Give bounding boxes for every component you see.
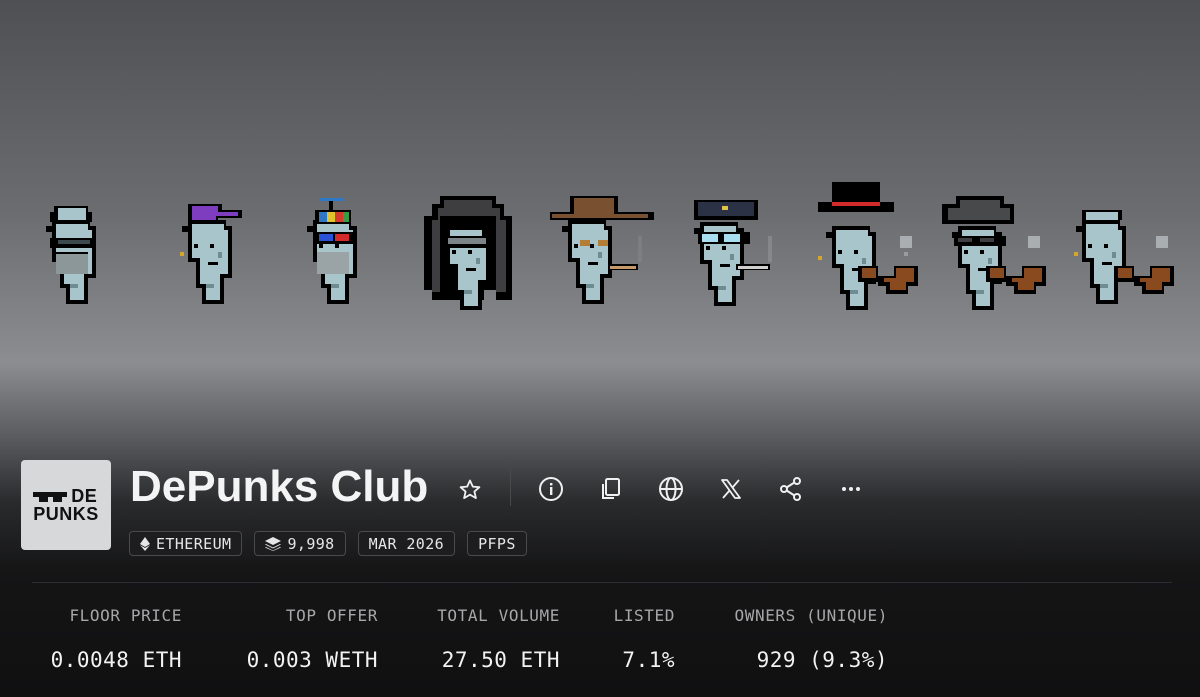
stat-floor-value: 0.0048 ETH (50, 648, 182, 672)
ellipsis-icon (842, 487, 860, 491)
info-icon (539, 477, 563, 501)
collection-tags: ETHEREUM 9,998 MAR 2026 PFPS (129, 531, 527, 556)
category-label: PFPS (478, 534, 516, 553)
date-tag[interactable]: MAR 2026 (357, 531, 456, 556)
globe-icon (659, 477, 683, 501)
stat-floor-price: FLOOR PRICE 0.0048 ETH (32, 606, 182, 672)
collection-page: DE PUNKS DePunks Club ETHEREUM 9,998 MAR… (0, 0, 1200, 697)
favorite-button[interactable] (456, 476, 484, 504)
punk-9 (1074, 210, 1174, 304)
punk-7 (818, 182, 918, 310)
x-logo-icon (721, 479, 741, 499)
title-divider (510, 470, 511, 506)
stat-listed: LISTED 7.1% (590, 606, 675, 672)
section-divider (32, 582, 1172, 583)
logo-line-2: PUNKS (33, 504, 99, 524)
punks-banner-art (46, 182, 1174, 310)
share-button[interactable] (776, 474, 806, 504)
stat-owners: OWNERS (UNIQUE) 929 (9.3%) (710, 606, 888, 672)
stat-listed-value: 7.1% (622, 648, 675, 672)
x-social-button[interactable] (716, 474, 746, 504)
chain-label: ETHEREUM (156, 534, 232, 553)
collection-banner (0, 0, 1200, 440)
info-button[interactable] (536, 474, 566, 504)
items-count-tag[interactable]: 9,998 (254, 531, 346, 556)
layers-icon (265, 536, 282, 551)
stat-top-offer: TOP OFFER 0.003 WETH (220, 606, 378, 672)
date-label: MAR 2026 (368, 534, 445, 553)
chain-tag[interactable]: ETHEREUM (129, 531, 243, 556)
logo-line-1: DE (71, 486, 98, 506)
copy-button[interactable] (596, 474, 626, 504)
stat-top-offer-label: TOP OFFER (285, 606, 378, 625)
stat-floor-label: FLOOR PRICE (69, 606, 182, 625)
logo-glasses-icon (33, 492, 68, 502)
stat-owners-value: 929 (9.3%) (756, 648, 888, 672)
punk-8 (942, 196, 1046, 310)
stat-listed-label: LISTED (613, 606, 675, 625)
punk-3 (307, 198, 357, 304)
collection-title: DePunks Club (130, 462, 429, 511)
punk-6 (694, 200, 772, 306)
stat-volume-value: 27.50 ETH (441, 648, 560, 672)
ethereum-icon (140, 536, 150, 551)
copy-icon (602, 478, 620, 499)
collection-logo: DE PUNKS (21, 460, 111, 550)
star-icon (459, 479, 481, 499)
share-icon (780, 477, 801, 501)
punk-2 (180, 204, 242, 304)
punk-5 (550, 196, 654, 304)
punk-1 (46, 206, 96, 304)
website-button[interactable] (656, 474, 686, 504)
stat-total-volume: TOTAL VOLUME 27.50 ETH (416, 606, 560, 672)
more-button[interactable] (836, 474, 866, 504)
stat-volume-label: TOTAL VOLUME (437, 606, 560, 625)
items-count: 9,998 (287, 534, 335, 553)
stat-top-offer-value: 0.003 WETH (246, 648, 378, 672)
category-tag[interactable]: PFPS (467, 531, 527, 556)
punk-4 (424, 196, 512, 310)
stat-owners-label: OWNERS (UNIQUE) (734, 606, 888, 625)
